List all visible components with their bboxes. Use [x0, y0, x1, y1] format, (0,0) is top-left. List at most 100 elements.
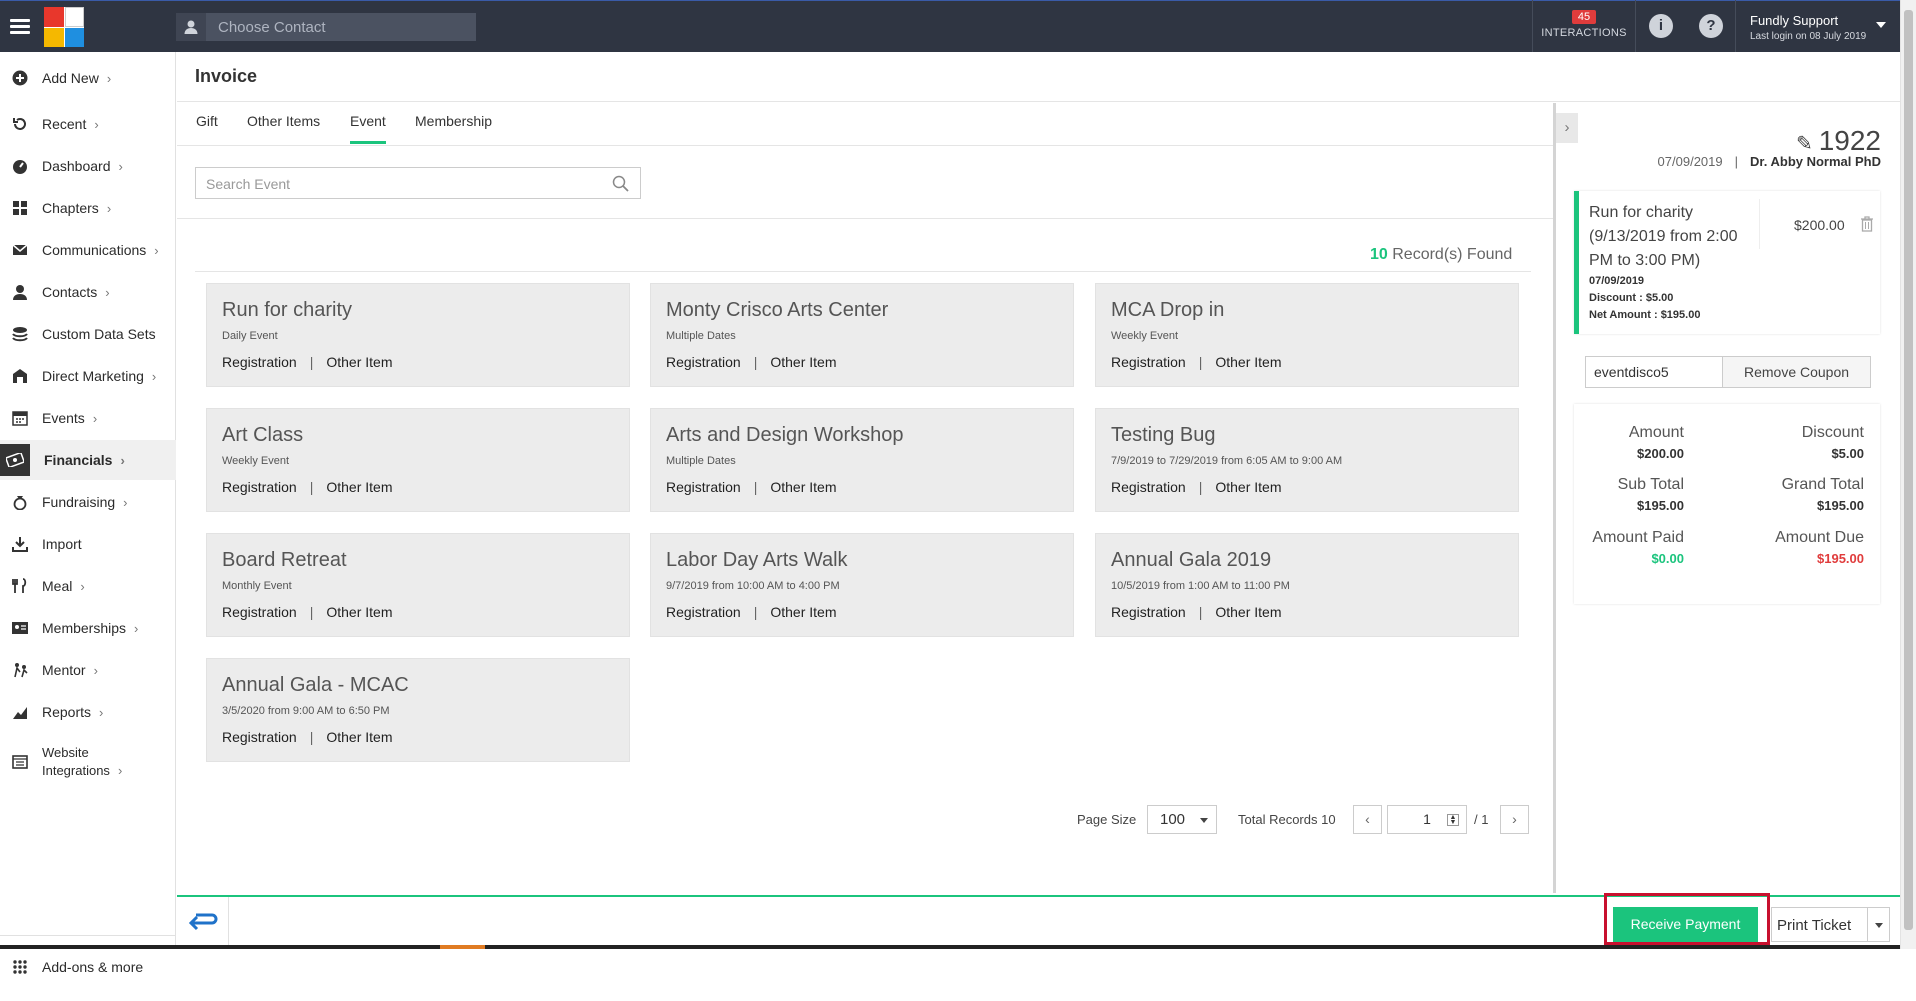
receive-payment-button[interactable]: Receive Payment — [1613, 907, 1758, 942]
sidebar-item-label: Fundraising — [42, 494, 116, 510]
event-card[interactable]: Run for charity Daily Event Registration… — [206, 283, 630, 387]
other-item-link[interactable]: Other Item — [1215, 604, 1281, 620]
sidebar-item-memberships[interactable]: Memberships › — [0, 615, 176, 641]
meta-separator: | — [1734, 154, 1739, 169]
event-card[interactable]: MCA Drop in Weekly Event Registration | Ot… — [1095, 283, 1519, 387]
page-size-select[interactable]: 100 — [1147, 805, 1217, 834]
user-menu[interactable]: Fundly Support Last login on 08 July 201… — [1735, 0, 1900, 52]
other-item-link[interactable]: Other Item — [326, 604, 392, 620]
sidebar-item-label: Financials — [44, 452, 113, 468]
spinner-icon[interactable]: ▲ ▼ — [1447, 814, 1459, 826]
page-header: Invoice — [177, 52, 1900, 102]
event-card[interactable]: Board Retreat Monthly Event Registration… — [206, 533, 630, 637]
registration-link[interactable]: Registration — [666, 604, 741, 620]
other-item-link[interactable]: Other Item — [326, 354, 392, 370]
scrollbar-thumb[interactable] — [1904, 10, 1913, 930]
sidebar-item-label: Reports — [42, 704, 92, 720]
choose-contact-input[interactable]: Choose Contact — [176, 13, 476, 41]
trash-icon[interactable] — [1860, 216, 1874, 237]
other-item-link[interactable]: Other Item — [770, 479, 836, 495]
other-item-link[interactable]: Other Item — [770, 354, 836, 370]
pencil-icon[interactable]: ✎ — [1796, 131, 1813, 156]
sidebar-item-events[interactable]: Events › — [0, 405, 176, 431]
sidebar-item-recent[interactable]: Recent › — [0, 111, 176, 137]
amount-paid-label: Amount Paid — [1592, 529, 1684, 546]
other-item-link[interactable]: Other Item — [770, 604, 836, 620]
invoice-contact[interactable]: Dr. Abby Normal PhD — [1750, 154, 1881, 169]
registration-link[interactable]: Registration — [666, 479, 741, 495]
info-icon[interactable]: i — [1649, 14, 1673, 38]
event-card[interactable]: Labor Day Arts Walk 9/7/2019 from 10:00 … — [650, 533, 1074, 637]
event-card[interactable]: Annual Gala - MCAC 3/5/2020 from 9:00 AM… — [206, 658, 630, 762]
sidebar-item-import[interactable]: Import — [0, 531, 176, 557]
building-icon — [11, 367, 29, 385]
tab-gift[interactable]: Gift — [196, 113, 218, 141]
sidebar-item-dashboard[interactable]: Dashboard › — [0, 153, 176, 179]
remove-coupon-button[interactable]: Remove Coupon — [1722, 356, 1871, 388]
sidebar-item-custom-data-sets[interactable]: Custom Data Sets — [0, 321, 176, 347]
grid-icon — [11, 199, 29, 217]
sidebar: Add New › Recent › Dashboard › Chapters › Co… — [0, 52, 176, 975]
registration-link[interactable]: Registration — [222, 479, 297, 495]
sidebar-item-reports[interactable]: Reports › — [0, 699, 176, 725]
cutlery-icon — [11, 577, 29, 595]
registration-link[interactable]: Registration — [222, 354, 297, 370]
prev-page-button[interactable]: ‹ — [1353, 805, 1382, 834]
event-card[interactable]: Monty Crisco Arts Center Multiple Dates … — [650, 283, 1074, 387]
addons-button[interactable]: Add-ons & more — [0, 954, 176, 980]
other-item-link[interactable]: Other Item — [326, 479, 392, 495]
hamburger-menu-icon[interactable] — [10, 19, 30, 35]
interactions-label: INTERACTIONS — [1541, 27, 1627, 39]
sidebar-item-label: Meal — [42, 578, 73, 594]
coupon-input[interactable]: eventdisco5 — [1585, 356, 1728, 388]
next-page-button[interactable]: › — [1500, 805, 1529, 834]
sidebar-item-direct-marketing[interactable]: Direct Marketing › — [0, 363, 176, 389]
sidebar-item-financials[interactable]: Financials › — [0, 440, 176, 480]
registration-link[interactable]: Registration — [1111, 604, 1186, 620]
sidebar-item-website-integrations[interactable]: Website Integrations › — [0, 742, 176, 782]
collapse-panel-icon[interactable]: › — [1556, 113, 1578, 143]
sidebar-item-label: Add New — [42, 70, 99, 86]
page-number-input[interactable]: 1 ▲ ▼ — [1387, 805, 1467, 834]
scrollbar[interactable] — [1900, 0, 1916, 949]
sidebar-item-mentor[interactable]: Mentor › — [0, 657, 176, 683]
registration-link[interactable]: Registration — [1111, 354, 1186, 370]
sidebar-item-meal[interactable]: Meal › — [0, 573, 176, 599]
search-icon[interactable] — [612, 175, 630, 198]
interactions-button[interactable]: 45 INTERACTIONS — [1532, 0, 1636, 52]
event-card[interactable]: Art Class Weekly Event Registration | Othe… — [206, 408, 630, 512]
tab-other-items[interactable]: Other Items — [247, 113, 320, 141]
other-item-link[interactable]: Other Item — [1215, 479, 1281, 495]
sidebar-item-contacts[interactable]: Contacts › — [0, 279, 176, 305]
registration-link[interactable]: Registration — [1111, 479, 1186, 495]
money-icon — [0, 444, 30, 476]
event-title: Board Retreat — [222, 549, 347, 571]
invoice-totals: Amount $200.00 Discount $5.00 Sub Total $19… — [1574, 404, 1880, 604]
event-card[interactable]: Annual Gala 2019 10/5/2019 from 1:00 AM … — [1095, 533, 1519, 637]
event-card[interactable]: Arts and Design Workshop Multiple Dates … — [650, 408, 1074, 512]
sidebar-item-communications[interactable]: Communications › — [0, 237, 176, 263]
app-logo[interactable] — [44, 7, 84, 47]
tab-membership[interactable]: Membership — [415, 113, 492, 141]
registration-link[interactable]: Registration — [666, 354, 741, 370]
back-button[interactable] — [177, 897, 229, 949]
sidebar-item-fundraising[interactable]: Fundraising › — [0, 489, 176, 515]
tab-event[interactable]: Event — [350, 113, 386, 144]
amount-paid-value: $0.00 — [1651, 551, 1684, 566]
search-event-input[interactable]: Search Event — [195, 167, 641, 199]
other-item-link[interactable]: Other Item — [1215, 354, 1281, 370]
sidebar-item-add-new[interactable]: Add New › — [0, 65, 176, 91]
event-title: Annual Gala 2019 — [1111, 549, 1272, 571]
event-card[interactable]: Testing Bug 7/9/2019 to 7/29/2019 from 6… — [1095, 408, 1519, 512]
other-item-link[interactable]: Other Item — [326, 729, 392, 745]
chevron-down-icon — [1875, 923, 1883, 928]
print-ticket-button[interactable]: Print Ticket — [1771, 907, 1868, 942]
calendar-icon — [11, 409, 29, 427]
registration-link[interactable]: Registration — [222, 604, 297, 620]
registration-link[interactable]: Registration — [222, 729, 297, 745]
print-options-dropdown[interactable] — [1867, 907, 1890, 942]
sidebar-item-chapters[interactable]: Chapters › — [0, 195, 176, 221]
help-icon[interactable]: ? — [1699, 14, 1723, 38]
sidebar-item-label: Communications — [42, 242, 147, 258]
sidebar-item-label: Chapters — [42, 200, 99, 216]
